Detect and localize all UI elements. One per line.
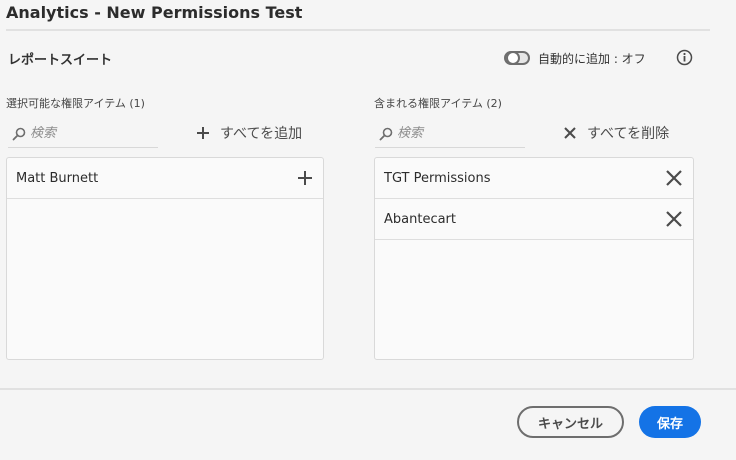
available-items-label: 選択可能な権限アイテム (1) bbox=[6, 97, 145, 110]
auto-add-toggle[interactable]: 自動的に追加 : オフ bbox=[504, 49, 646, 67]
plus-icon bbox=[298, 171, 312, 185]
cancel-button[interactable]: キャンセル bbox=[517, 406, 624, 438]
search-icon bbox=[379, 127, 393, 140]
add-item-button[interactable] bbox=[297, 170, 313, 186]
available-search[interactable] bbox=[8, 120, 158, 148]
save-button[interactable]: 保存 bbox=[639, 406, 701, 438]
close-icon bbox=[666, 170, 682, 186]
toggle-knob bbox=[506, 51, 520, 65]
auto-add-label: 自動的に追加 : オフ bbox=[538, 51, 646, 66]
available-items-list: Matt Burnett bbox=[6, 157, 324, 360]
remove-all-button[interactable]: すべてを削除 bbox=[563, 122, 669, 144]
list-item[interactable]: TGT Permissions bbox=[375, 158, 693, 199]
item-name: TGT Permissions bbox=[384, 170, 491, 186]
list-item[interactable]: Abantecart bbox=[375, 199, 693, 240]
plus-icon bbox=[197, 127, 209, 139]
list-item[interactable]: Matt Burnett bbox=[7, 158, 323, 199]
available-search-input[interactable] bbox=[30, 126, 150, 141]
toggle-switch[interactable] bbox=[504, 51, 530, 65]
remove-all-label: すべてを削除 bbox=[587, 126, 670, 142]
included-search[interactable] bbox=[375, 120, 525, 148]
remove-item-button[interactable] bbox=[665, 210, 683, 228]
included-items-label: 含まれる権限アイテム (2) bbox=[374, 97, 502, 110]
search-icon bbox=[12, 127, 26, 140]
close-icon bbox=[564, 127, 576, 139]
included-search-input[interactable] bbox=[397, 126, 517, 141]
title-divider bbox=[6, 29, 710, 31]
info-icon[interactable] bbox=[676, 49, 693, 66]
section-label: レポートスイート bbox=[8, 53, 113, 68]
item-name: Abantecart bbox=[384, 211, 457, 227]
item-name: Matt Burnett bbox=[16, 170, 99, 186]
add-all-label: すべてを追加 bbox=[220, 126, 303, 142]
dialog-title: Analytics - New Permissions Test bbox=[6, 3, 303, 22]
remove-item-button[interactable] bbox=[665, 169, 683, 187]
included-items-list: TGT Permissions Abantecart bbox=[374, 157, 694, 360]
footer-divider bbox=[0, 388, 736, 390]
close-icon bbox=[666, 211, 682, 227]
add-all-button[interactable]: すべてを追加 bbox=[196, 122, 302, 144]
